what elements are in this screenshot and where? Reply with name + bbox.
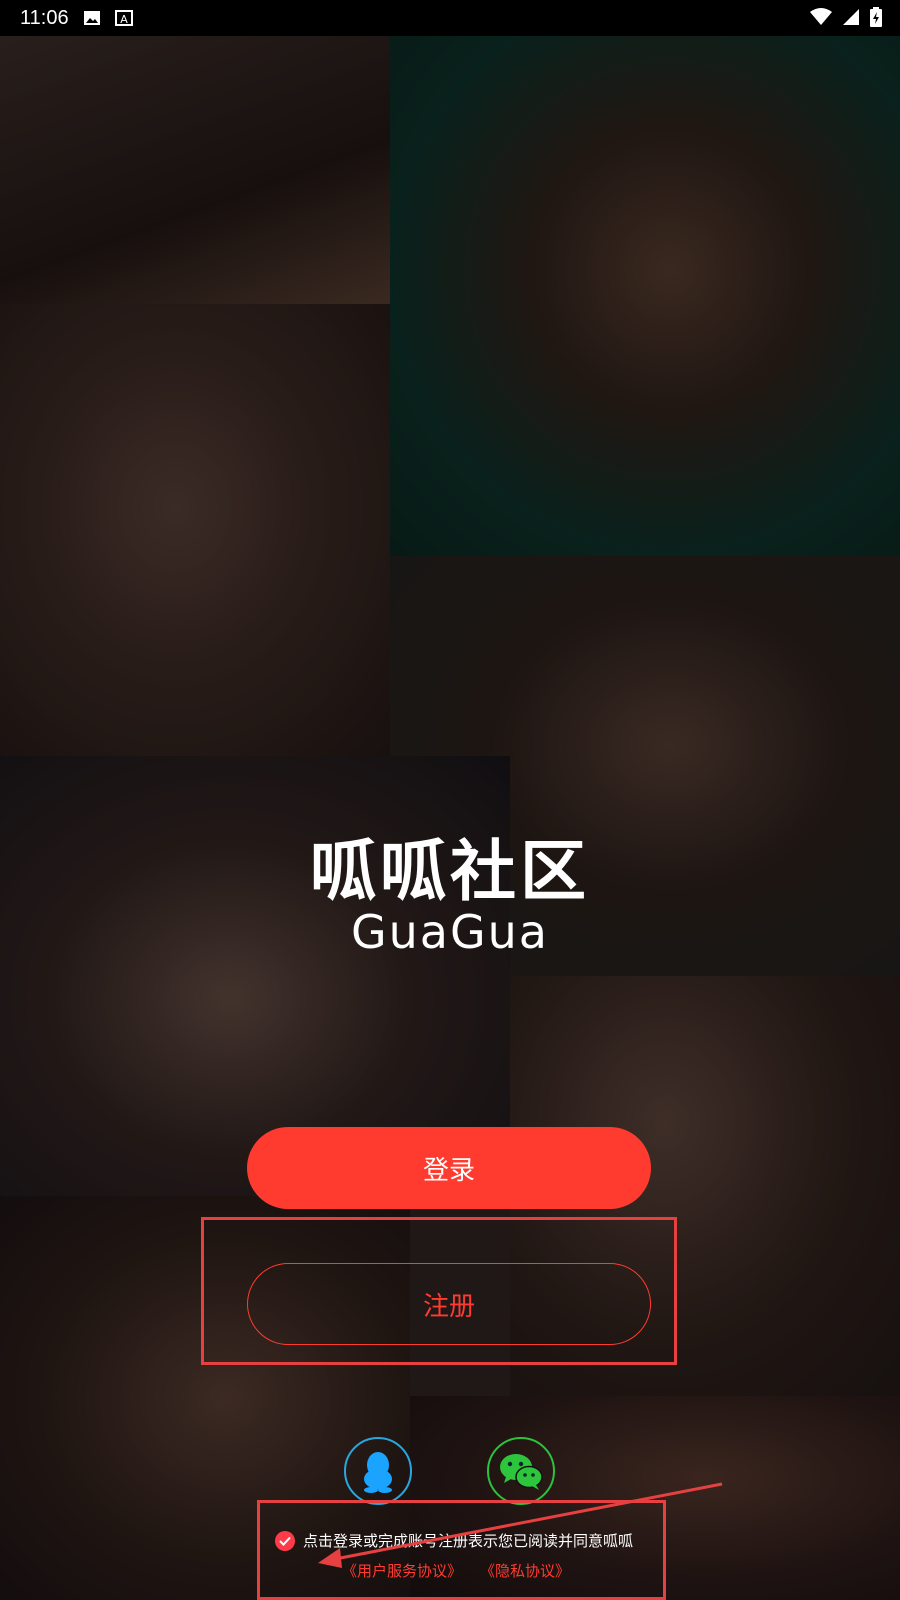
svg-text:A: A: [120, 13, 128, 26]
qq-login-button[interactable]: [344, 1437, 412, 1505]
agreement-highlight-box: [257, 1500, 666, 1600]
status-time: 11:06: [20, 6, 69, 29]
wifi-icon: [810, 8, 832, 25]
wechat-icon: [500, 1454, 543, 1490]
image-icon: [83, 11, 100, 25]
register-highlight-box: [201, 1217, 677, 1365]
login-button[interactable]: 登录: [247, 1127, 651, 1209]
signal-icon: [843, 9, 859, 25]
battery-charging-icon: [870, 7, 882, 27]
status-bar: 11:06 A: [0, 0, 900, 36]
app-logo-en: GuaGua: [351, 905, 549, 959]
app-logo-cn: 呱呱社区: [310, 833, 590, 910]
qq-icon: [364, 1452, 392, 1493]
font-icon: A: [114, 10, 133, 26]
wechat-login-button[interactable]: [487, 1437, 555, 1505]
